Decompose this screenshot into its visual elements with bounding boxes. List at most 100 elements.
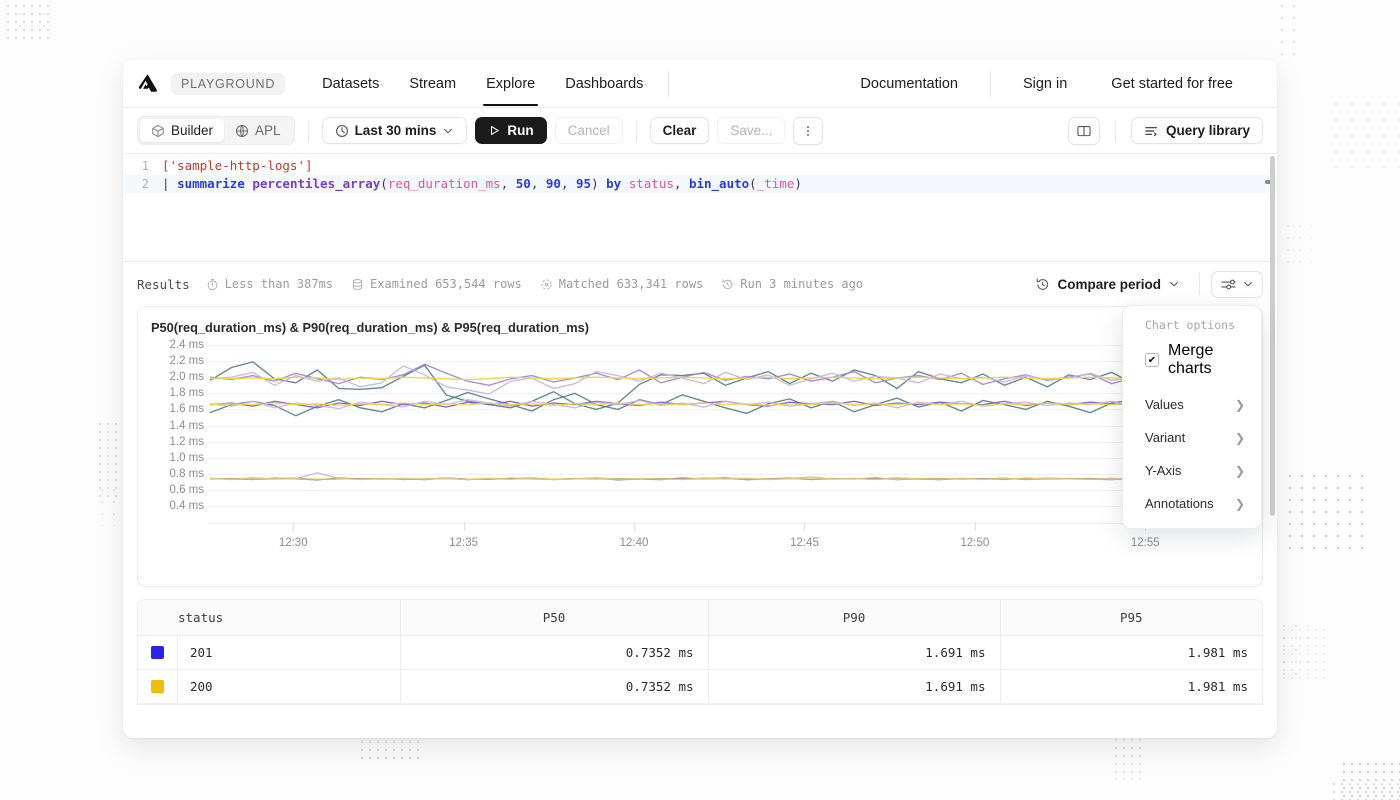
code-token-pipe: | [162, 176, 177, 191]
mode-builder-tab[interactable]: Builder [140, 119, 224, 142]
series-color-swatch[interactable] [151, 646, 164, 659]
nav-item-datasets[interactable]: Datasets [307, 62, 394, 105]
time-range-label: Last 30 mins [355, 123, 437, 138]
top-navigation-bar: PLAYGROUND Datasets Stream Explore Dashb… [123, 60, 1277, 108]
chart-series-lines [208, 339, 1268, 524]
x-axis-tick-label: 12:55 [1131, 537, 1160, 549]
dot-pattern-patch [14, 8, 48, 36]
y-axis-tick-label: 0.8 ms [152, 468, 204, 480]
results-divider [1199, 273, 1200, 295]
column-header-p50[interactable]: P50 [400, 600, 708, 636]
column-header-p95[interactable]: P95 [1000, 600, 1262, 636]
dot-pattern-patch [1284, 470, 1372, 550]
nav-item-dashboards[interactable]: Dashboards [550, 62, 658, 105]
toolbar-divider [1115, 120, 1116, 142]
results-matched: Matched 633,341 rows [540, 277, 704, 291]
code-text: | summarize percentiles_array(req_durati… [149, 175, 802, 193]
results-run-time-text: Run 3 minutes ago [740, 277, 863, 291]
y-axis-tick-label: 1.6 ms [152, 403, 204, 415]
series-color-swatch[interactable] [151, 680, 164, 693]
merge-charts-checkbox-row[interactable]: ✔ Merge charts [1123, 340, 1261, 388]
code-line-1: 1 ['sample-http-logs'] [123, 157, 1277, 175]
results-matched-text: Matched 633,341 rows [559, 277, 704, 291]
dot-pattern-patch [1340, 760, 1400, 800]
apl-query-editor[interactable]: 1 ['sample-http-logs'] 2 | summarize per… [123, 154, 1277, 262]
nav-item-explore[interactable]: Explore [471, 62, 550, 105]
menu-item-y-axis[interactable]: Y-Axis ❯ [1123, 454, 1261, 487]
table-row[interactable]: 2010.7352 ms1.691 ms1.981 ms [138, 636, 1262, 670]
x-axis-tick-label: 12:35 [449, 537, 478, 549]
y-axis-tick-label: 2.2 ms [152, 355, 204, 367]
table-cell-p90: 1.691 ms [708, 670, 1000, 704]
column-header-status[interactable]: status [138, 600, 400, 636]
code-line-2: 2 | summarize percentiles_array(req_dura… [123, 175, 1277, 193]
merge-charts-checkbox[interactable]: ✔ [1145, 353, 1159, 367]
dot-pattern-patch [1328, 96, 1400, 168]
menu-item-annotations-label: Annotations [1145, 496, 1214, 511]
code-token-summarize: summarize [177, 176, 245, 191]
nav-divider [990, 71, 991, 97]
database-icon [351, 278, 364, 291]
code-token-50: 50 [516, 176, 531, 191]
y-axis-tick-label: 1.0 ms [152, 452, 204, 464]
line-number: 1 [123, 157, 149, 175]
cancel-button[interactable]: Cancel [555, 117, 623, 144]
menu-item-values[interactable]: Values ❯ [1123, 388, 1261, 421]
mode-apl-label: APL [255, 123, 281, 138]
menu-item-variant-label: Variant [1145, 430, 1185, 445]
nav-item-documentation[interactable]: Documentation [838, 62, 980, 105]
toolbar-right: Query library [1068, 117, 1263, 145]
book-icon [1076, 123, 1092, 139]
window-scrollbar-thumb[interactable] [1270, 156, 1275, 516]
y-axis-tick-label: 2.4 ms [152, 339, 204, 351]
dot-pattern-patch [1112, 736, 1146, 780]
nav-item-stream[interactable]: Stream [394, 62, 471, 105]
chart-plot-area[interactable]: 2.4 ms2.2 ms2.0 ms1.8 ms1.6 ms1.4 ms1.2 … [138, 339, 1252, 586]
table-cell-p95: 1.981 ms [1000, 636, 1262, 670]
docs-panel-button[interactable] [1068, 117, 1100, 145]
axiom-logo[interactable] [137, 73, 159, 95]
compare-period-button[interactable]: Compare period [1027, 272, 1188, 297]
code-rows: 1 ['sample-http-logs'] 2 | summarize per… [123, 154, 1277, 193]
x-axis-tick-label: 12:40 [620, 537, 649, 549]
y-axis-tick-label: 1.2 ms [152, 436, 204, 448]
results-examined: Examined 653,544 rows [351, 277, 522, 291]
x-axis-tick-label: 12:45 [790, 537, 819, 549]
query-library-button[interactable]: Query library [1131, 117, 1263, 144]
line-number: 2 [123, 175, 149, 193]
menu-item-values-label: Values [1145, 397, 1184, 412]
results-duration: Less than 387ms [206, 277, 333, 291]
mode-apl-tab[interactable]: APL [224, 119, 292, 142]
table-body: 2010.7352 ms1.691 ms1.981 ms2000.7352 ms… [138, 636, 1262, 704]
menu-item-variant[interactable]: Variant ❯ [1123, 421, 1261, 454]
menu-item-annotations[interactable]: Annotations ❯ [1123, 487, 1261, 520]
query-mode-switch: Builder APL [137, 116, 295, 145]
nav-item-sign-in[interactable]: Sign in [1001, 62, 1089, 105]
nav-item-get-started[interactable]: Get started for free [1089, 62, 1255, 105]
code-token-by: by [606, 176, 621, 191]
nav-divider [668, 71, 669, 97]
more-options-button[interactable] [793, 117, 823, 145]
run-button[interactable]: Run [475, 117, 546, 144]
chevron-right-icon: ❯ [1235, 398, 1245, 412]
chart-options-title: Chart options [1123, 316, 1261, 340]
chart-options-menu: Chart options ✔ Merge charts Values ❯ Va… [1122, 305, 1262, 529]
results-examined-text: Examined 653,544 rows [370, 277, 522, 291]
clear-button[interactable]: Clear [650, 117, 710, 144]
kebab-menu-icon [801, 123, 815, 139]
table-cell-p50: 0.7352 ms [400, 636, 708, 670]
code-text: ['sample-http-logs'] [149, 157, 313, 175]
chevron-right-icon: ❯ [1235, 497, 1245, 511]
time-range-selector[interactable]: Last 30 mins [322, 117, 468, 144]
code-token-time: _time [757, 176, 795, 191]
save-button[interactable]: Save... [717, 117, 785, 144]
window-scrollbar[interactable] [1270, 156, 1275, 734]
chart-options-button[interactable] [1211, 271, 1263, 298]
list-arrow-icon [1144, 124, 1160, 138]
clock-icon [335, 124, 349, 138]
query-library-label: Query library [1166, 123, 1250, 138]
column-header-p90[interactable]: P90 [708, 600, 1000, 636]
table-row[interactable]: 2000.7352 ms1.691 ms1.981 ms [138, 670, 1262, 704]
code-token-percentiles-array: percentiles_array [252, 176, 380, 191]
table-cell-p90: 1.691 ms [708, 636, 1000, 670]
